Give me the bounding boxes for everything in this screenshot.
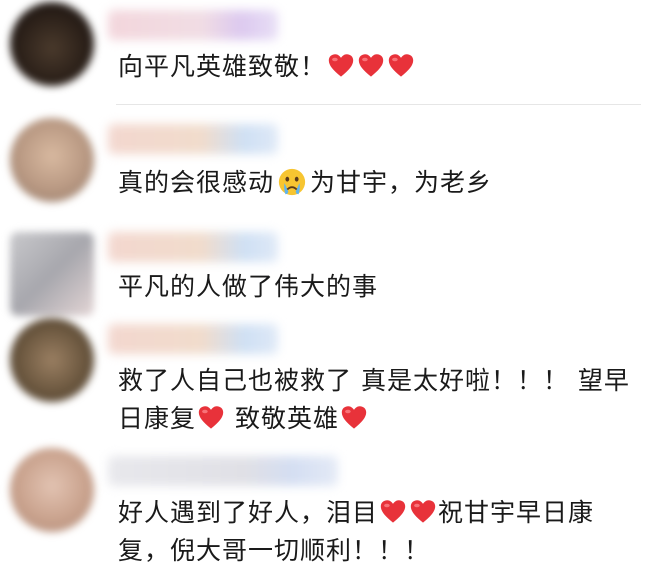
comment-text: 真的会很感动 为甘宇，为老乡 <box>118 164 635 202</box>
comment-text: 平凡的人做了伟大的事 <box>118 268 635 306</box>
comment-text-part: 为甘宇，为老乡 <box>310 168 493 197</box>
heart-emoji <box>388 53 414 79</box>
heart-emoji <box>358 53 384 79</box>
comment-text-part: 日康复 <box>118 404 197 433</box>
avatar[interactable] <box>10 2 94 86</box>
avatar[interactable] <box>10 118 94 202</box>
comment-line: 复，倪大哥一切顺利！！！ <box>118 536 431 565</box>
comment-text-part: 好人遇到了好人，泪目 <box>118 498 379 527</box>
comment-text: 救了人自己也被救了 真是太好啦！！！ 望早 日康复 致敬英雄 <box>118 362 635 438</box>
username-blurred[interactable] <box>108 10 278 40</box>
comment-text-part: 向平凡英雄致敬！ <box>118 52 327 81</box>
comment-line: 日康复 致敬英雄 <box>118 400 635 438</box>
comment-line: 救了人自己也被救了 真是太好啦！！！ 望早 <box>118 366 630 395</box>
username-blurred[interactable] <box>108 124 278 154</box>
comment-line: 好人遇到了好人，泪目 祝甘宇早日康 <box>118 494 635 532</box>
comment-text-part: 平凡的人做了伟大的事 <box>118 272 379 301</box>
heart-emoji <box>341 405 367 431</box>
comment-text: 向平凡英雄致敬！ <box>118 48 635 86</box>
avatar[interactable] <box>10 232 94 316</box>
username-blurred[interactable] <box>108 232 278 262</box>
heart-emoji <box>198 405 224 431</box>
heart-emoji <box>380 499 406 525</box>
comment-text: 好人遇到了好人，泪目 祝甘宇早日康 复，倪大哥一切顺利！！！ <box>118 494 635 570</box>
avatar[interactable] <box>10 318 94 402</box>
comment-text-part: 祝甘宇早日康 <box>438 498 595 527</box>
comment-text-part: 致敬英雄 <box>234 404 339 433</box>
crying-face-emoji <box>278 168 306 196</box>
heart-emoji <box>410 499 436 525</box>
heart-emoji <box>328 53 354 79</box>
username-blurred[interactable] <box>108 324 278 354</box>
avatar[interactable] <box>10 448 94 532</box>
username-blurred[interactable] <box>108 456 338 486</box>
divider <box>116 104 641 105</box>
comment-text-part: 真的会很感动 <box>118 168 275 197</box>
